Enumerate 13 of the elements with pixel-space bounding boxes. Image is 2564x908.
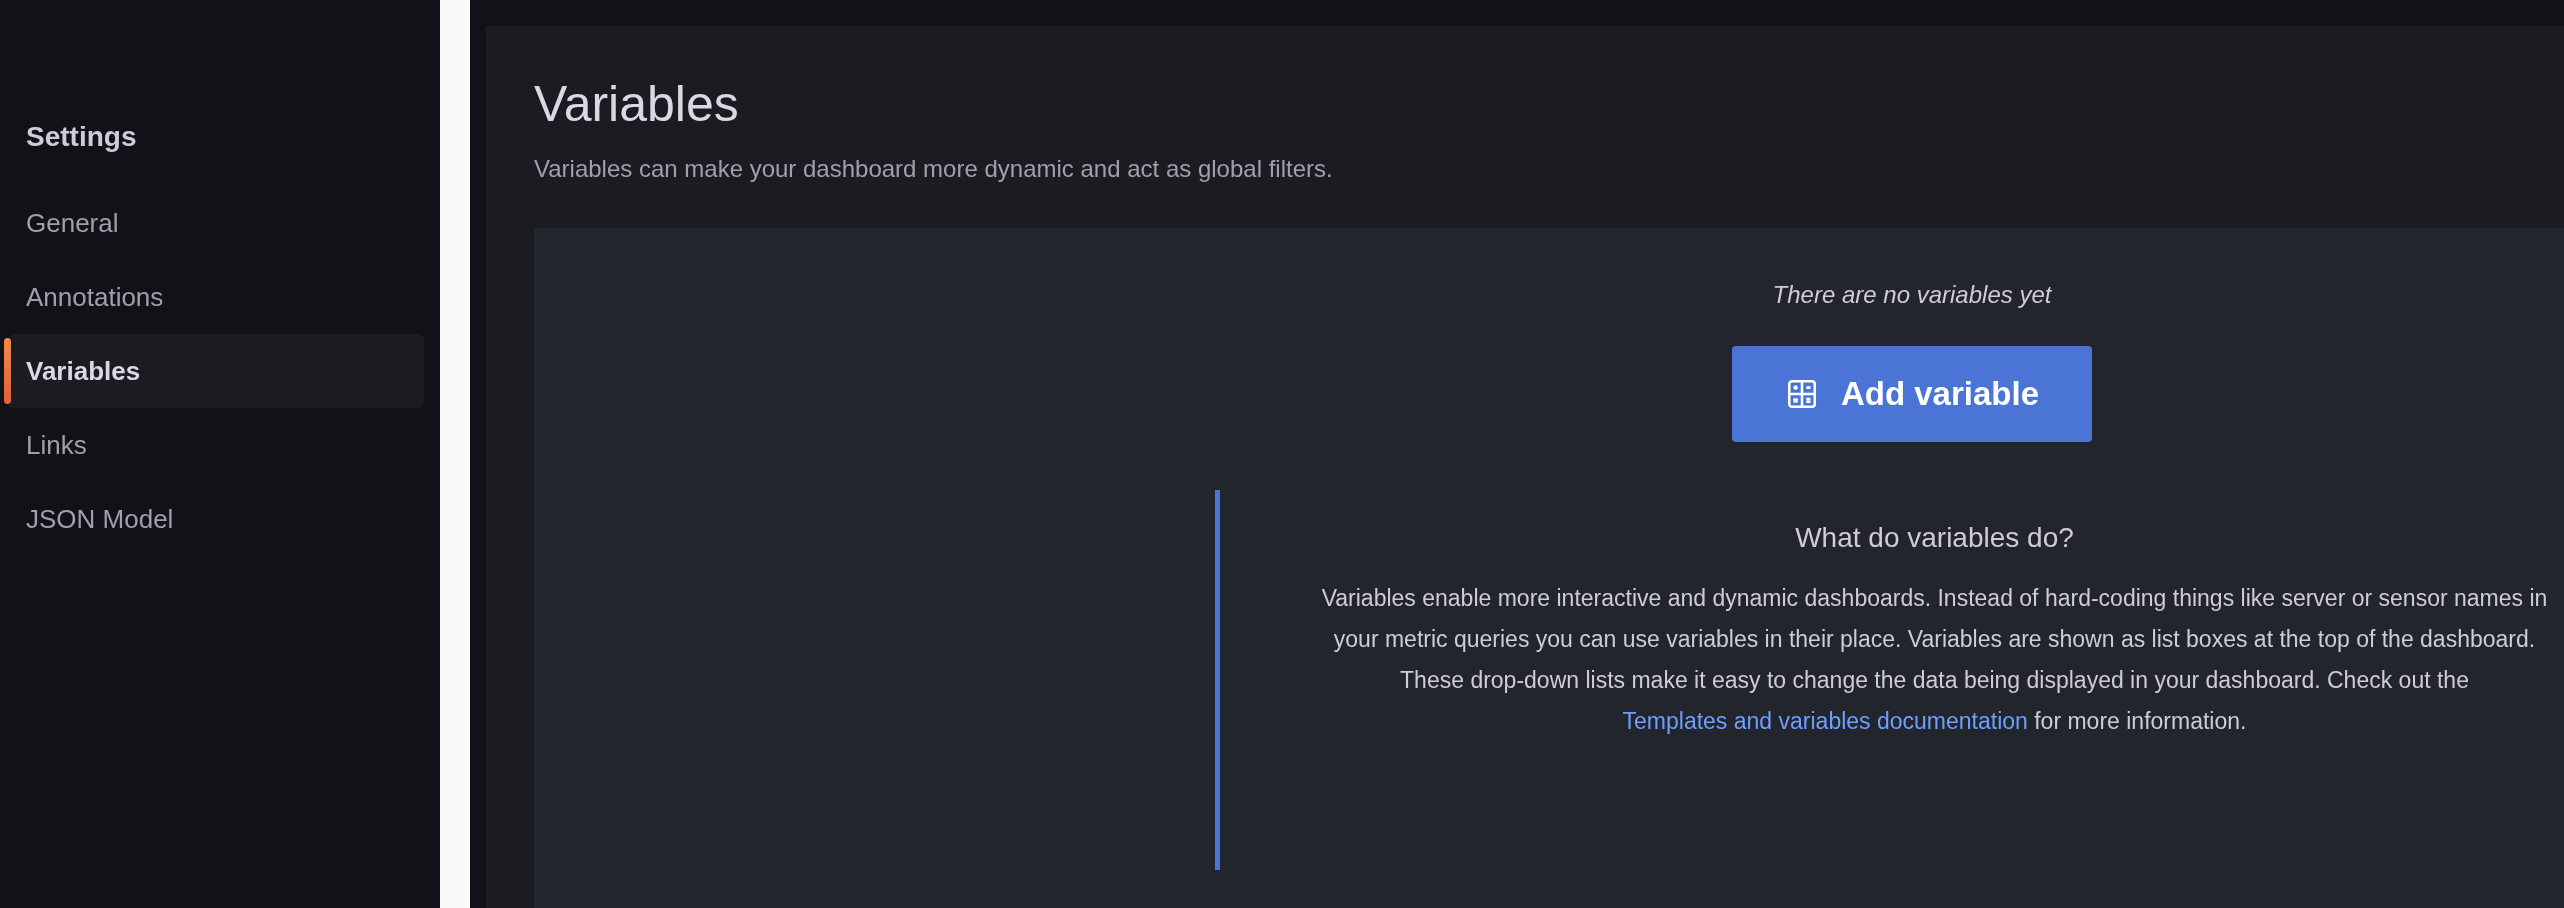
empty-message: There are no variables yet (1772, 280, 2052, 310)
help-title: What do variables do? (1795, 521, 2074, 555)
page-subtitle: Variables can make your dashboard more dynamic and act as global filters. (534, 154, 1334, 184)
sidebar-item[interactable]: Annotations (8, 260, 424, 334)
help-text: Variables enable more interactive and dynamic dashboards. Instead of hard-coding things like server or sensor names in your metric queries you can use variables in their place. Variables are shown as list boxes at the top of the dashboard. These drop-down lists make it easy to change the data being displayed in your dashboard. Check out the Templates and variables documentation for more information. (1320, 584, 2549, 736)
sidebar-item[interactable]: General (8, 186, 424, 260)
documentation-link[interactable]: Templates and variables documentation (1622, 708, 2028, 734)
sidebar-title: Settings (25, 120, 138, 154)
active-indicator (4, 338, 11, 404)
sidebar-item[interactable]: JSON Model (8, 482, 424, 556)
sidebar-item[interactable]: Links (8, 408, 424, 482)
page-title: Variables (534, 76, 740, 132)
add-variable-button[interactable]: Add variable (1732, 346, 2092, 442)
